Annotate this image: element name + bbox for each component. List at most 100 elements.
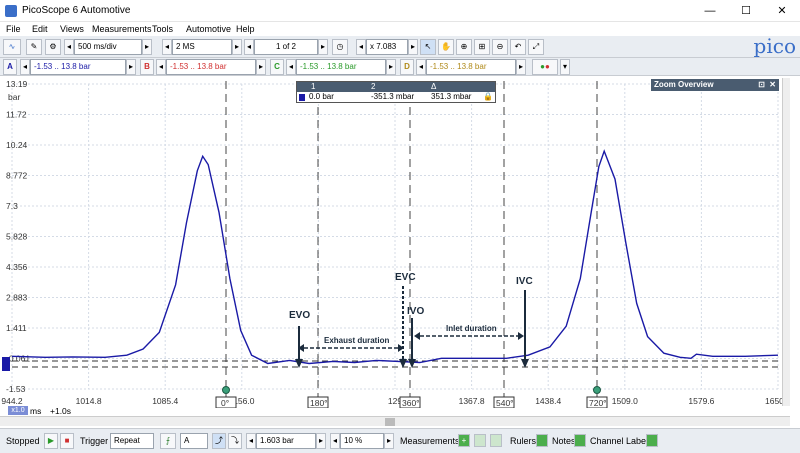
zoom-overview-panel[interactable]: Zoom Overview ⊡ ✕ <box>651 79 779 91</box>
channel-d-range-decrease[interactable]: ◂ <box>416 59 426 75</box>
channel-c-range-increase[interactable]: ▸ <box>386 59 396 75</box>
history-icon[interactable]: ◷ <box>332 39 348 55</box>
channel-a-axis-marker[interactable] <box>2 357 10 371</box>
inlet-duration-label: Inlet duration <box>446 324 497 333</box>
lock-icon[interactable]: 🔒 <box>483 92 493 101</box>
channel-c-range-decrease[interactable]: ◂ <box>286 59 296 75</box>
samples-decrease-button[interactable]: ◂ <box>162 39 172 55</box>
scope-mode-icon[interactable]: ∿ <box>3 39 21 55</box>
pretrigger-increase-button[interactable]: ▸ <box>384 433 394 449</box>
threshold-field[interactable]: 1.603 bar <box>256 433 316 449</box>
undo-zoom-icon[interactable]: ↶ <box>510 39 526 55</box>
ruler-marker-360[interactable]: 360° <box>402 398 420 408</box>
channel-a-range[interactable]: -1.53 .. 13.8 bar <box>30 59 126 75</box>
vertical-scrollbar[interactable] <box>782 78 790 406</box>
pointer-icon[interactable]: ↖ <box>420 39 436 55</box>
trigger-edge-icon[interactable]: ⨍ <box>160 433 176 449</box>
y-tick-label: 8.772 <box>6 171 28 181</box>
page-prev-button[interactable]: ◂ <box>244 39 254 55</box>
ruler-value-delta: 351.3 mbar <box>431 92 472 101</box>
channel-b-range-increase[interactable]: ▸ <box>256 59 266 75</box>
timebase-field[interactable]: 500 ms/div <box>74 39 142 55</box>
settings-icon[interactable]: ⚙ <box>45 39 61 55</box>
x-tick-label: 1014.8 <box>76 396 102 406</box>
zoom-fit-icon[interactable]: ⤢ <box>528 39 544 55</box>
menu-tools[interactable]: Tools <box>152 24 173 34</box>
hand-icon[interactable]: ✋ <box>438 39 454 55</box>
samples-field[interactable]: 2 MS <box>172 39 232 55</box>
ruler-marker-540[interactable]: 540° <box>496 398 514 408</box>
ruler-table[interactable]: 1 2 Δ 0.0 bar -351.3 mbar 351.3 mbar 🔒 <box>296 81 496 103</box>
channel-a-range-increase[interactable]: ▸ <box>126 59 136 75</box>
stop-icon[interactable]: ■ <box>60 433 74 449</box>
samples-increase-button[interactable]: ▸ <box>232 39 242 55</box>
wand-icon[interactable]: ✎ <box>26 39 42 55</box>
channel-labels-label[interactable]: Channel Labels <box>590 436 653 446</box>
edit-measurement-icon[interactable] <box>474 434 486 447</box>
page-next-button[interactable]: ▸ <box>318 39 328 55</box>
y-tick-label: 7.3 <box>6 201 18 211</box>
channel-b-range-decrease[interactable]: ◂ <box>156 59 166 75</box>
ruler-marker-0[interactable]: 0° <box>221 398 229 408</box>
evc-label: EVC <box>395 272 416 283</box>
trigger-label: Trigger <box>80 436 109 446</box>
channel-b-range[interactable]: -1.53 .. 13.8 bar <box>166 59 256 75</box>
channel-c-button[interactable]: C <box>270 59 284 75</box>
rulers-label[interactable]: Rulers <box>510 436 536 446</box>
zoom-in-icon[interactable]: ⊕ <box>456 39 472 55</box>
channel-a-range-decrease[interactable]: ◂ <box>20 59 30 75</box>
menu-automotive[interactable]: Automotive <box>186 24 231 34</box>
zoom-increase-button[interactable]: ▸ <box>408 39 418 55</box>
channel-toggle-icon[interactable]: ●● <box>532 59 558 75</box>
maximize-button[interactable]: ☐ <box>728 0 764 22</box>
notes-toggle-icon[interactable] <box>574 434 586 447</box>
minimize-button[interactable]: — <box>692 0 728 22</box>
ruler-value-2: -351.3 mbar <box>371 92 415 101</box>
start-icon[interactable]: ▶ <box>44 433 58 449</box>
rising-edge-icon[interactable]: ⤴ <box>212 433 226 449</box>
menu-views[interactable]: Views <box>60 24 84 34</box>
window-title: PicoScope 6 Automotive <box>22 5 131 16</box>
menu-measurements[interactable]: Measurements <box>92 24 152 34</box>
close-button[interactable]: ✕ <box>764 0 800 22</box>
trigger-channel-select[interactable]: A <box>180 433 208 449</box>
zoom-out-icon[interactable]: ⊖ <box>492 39 508 55</box>
channel-b-button[interactable]: B <box>140 59 154 75</box>
threshold-decrease-button[interactable]: ◂ <box>246 433 256 449</box>
timebase-decrease-button[interactable]: ◂ <box>64 39 74 55</box>
channel-a-button[interactable]: A <box>3 59 17 75</box>
scope-view[interactable]: 13.19 11.72 10.24 8.772 7.3 5.828 4.356 2.883 1.… <box>0 78 790 408</box>
zoom-field[interactable]: x 7.083 <box>366 39 408 55</box>
channel-c-range[interactable]: -1.53 .. 13.8 bar <box>296 59 386 75</box>
timebase-increase-button[interactable]: ▸ <box>142 39 152 55</box>
channel-d-range-increase[interactable]: ▸ <box>516 59 526 75</box>
zoom-overview-close-icon[interactable]: ✕ <box>769 79 776 91</box>
x-tick-label: 1438.4 <box>535 396 561 406</box>
ruler-col-delta: Δ <box>431 82 437 91</box>
notes-label[interactable]: Notes <box>552 436 576 446</box>
pretrigger-field[interactable]: 10 % <box>340 433 384 449</box>
channel-menu-chevron-icon[interactable]: ▾ <box>560 59 570 75</box>
menu-file[interactable]: File <box>6 24 21 34</box>
pretrigger-decrease-button[interactable]: ◂ <box>330 433 340 449</box>
delete-measurement-icon[interactable] <box>490 434 502 447</box>
measurements-label[interactable]: Measurements <box>400 436 460 446</box>
threshold-increase-button[interactable]: ▸ <box>316 433 326 449</box>
falling-edge-icon[interactable]: ⤵ <box>228 433 242 449</box>
zoom-region-icon[interactable]: ⊞ <box>474 39 490 55</box>
ruler-marker-180[interactable]: 180° <box>310 398 328 408</box>
horizontal-scrollbar-thumb[interactable] <box>385 418 395 426</box>
zoom-overview-restore-icon[interactable]: ⊡ <box>758 79 765 91</box>
channel-d-button[interactable]: D <box>400 59 414 75</box>
channel-d-range[interactable]: -1.53 .. 13.8 bar <box>426 59 516 75</box>
channel-labels-toggle-icon[interactable] <box>646 434 658 447</box>
x-scale-badge[interactable]: x1.0 <box>8 406 28 415</box>
horizontal-scrollbar[interactable] <box>0 416 790 426</box>
rulers-toggle-icon[interactable] <box>536 434 548 447</box>
zoom-decrease-button[interactable]: ◂ <box>356 39 366 55</box>
menu-help[interactable]: Help <box>236 24 255 34</box>
add-measurement-icon[interactable]: + <box>458 434 470 447</box>
trigger-mode-select[interactable]: Repeat <box>110 433 154 449</box>
ruler-marker-720[interactable]: 720° <box>589 398 607 408</box>
menu-edit[interactable]: Edit <box>32 24 48 34</box>
